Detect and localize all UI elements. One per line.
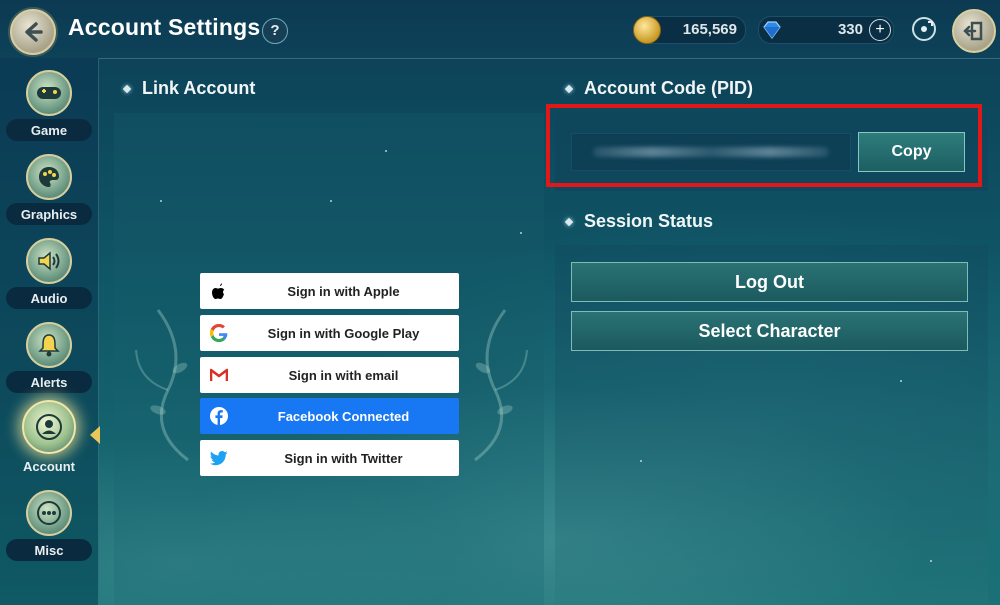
sidebar-item-graphics[interactable]: Graphics xyxy=(0,146,98,230)
link-account-header: Link Account xyxy=(122,78,256,99)
session-status-header: Session Status xyxy=(564,211,714,232)
log-out-button[interactable]: Log Out xyxy=(571,262,968,302)
exit-button[interactable] xyxy=(952,9,996,53)
sidebar-item-misc[interactable]: Misc xyxy=(0,482,98,566)
exit-door-icon xyxy=(963,21,983,41)
account-code-header: Account Code (PID) xyxy=(564,78,753,99)
sign-in-twitter-button[interactable]: Sign in with Twitter xyxy=(200,440,459,476)
back-arrow-icon xyxy=(25,22,43,42)
sidebar-item-label: Graphics xyxy=(6,203,92,225)
sidebar-item-label: Misc xyxy=(6,539,92,561)
sidebar-item-label: Game xyxy=(6,119,92,141)
diamond-bullet-icon xyxy=(122,84,132,93)
gold-counter: 165,569 xyxy=(633,16,746,44)
diamond-bullet-icon xyxy=(564,84,574,93)
gamepad-icon xyxy=(26,70,72,116)
star-sparkle xyxy=(930,560,932,562)
sign-in-label: Sign in with Google Play xyxy=(267,325,420,341)
sign-in-label: Sign in with Apple xyxy=(287,283,400,299)
gem-amount: 330 xyxy=(837,21,863,38)
vine-decoration-right xyxy=(474,309,528,462)
sidebar-item-account[interactable]: Account xyxy=(0,398,98,482)
sign-in-label: Sign in with Twitter xyxy=(284,450,403,466)
active-indicator-arrow xyxy=(90,426,100,444)
gem-icon xyxy=(763,21,781,40)
twitter-icon xyxy=(210,449,228,467)
page-title: Account Settings xyxy=(68,14,261,40)
star-sparkle xyxy=(385,150,387,152)
sidebar-item-game[interactable]: Game xyxy=(0,62,98,146)
sidebar-item-alerts[interactable]: Alerts xyxy=(0,314,98,398)
sidebar-item-label: Account xyxy=(23,458,75,474)
top-bar: Account Settings ? 165,569 330 + xyxy=(0,0,1000,59)
star-sparkle xyxy=(520,232,522,234)
sidebar-item-label: Alerts xyxy=(6,371,92,393)
add-gems-button[interactable]: + xyxy=(869,19,891,41)
user-icon xyxy=(22,400,76,454)
facebook-icon xyxy=(210,407,228,425)
gmail-icon xyxy=(210,366,228,384)
section-title: Session Status xyxy=(584,211,714,231)
sidebar-item-label: Audio xyxy=(6,287,92,309)
help-button[interactable]: ? xyxy=(262,18,288,44)
gem-counter: 330 + xyxy=(758,16,894,44)
back-button[interactable] xyxy=(10,9,56,55)
section-title: Account Code (PID) xyxy=(584,78,753,98)
star-sparkle xyxy=(330,200,332,202)
google-icon xyxy=(210,324,228,342)
more-icon xyxy=(26,490,72,536)
star-sparkle xyxy=(640,460,642,462)
star-sparkle xyxy=(900,380,902,382)
refresh-icon xyxy=(921,21,933,32)
facebook-connected-button[interactable]: Facebook Connected xyxy=(200,398,459,434)
sign-in-google-play-button[interactable]: Sign in with Google Play xyxy=(200,315,459,351)
vine-decoration-left xyxy=(135,309,189,462)
speaker-icon xyxy=(26,238,72,284)
star-sparkle xyxy=(160,200,162,202)
palette-icon xyxy=(26,154,72,200)
gold-coin-icon xyxy=(633,16,661,44)
gold-amount: 165,569 xyxy=(682,21,737,38)
refresh-button[interactable] xyxy=(912,17,936,41)
settings-sidebar: Game Graphics Audio Alerts Account Misc xyxy=(0,58,99,605)
section-title: Link Account xyxy=(142,78,256,98)
sign-in-apple-button[interactable]: Sign in with Apple xyxy=(200,273,459,309)
bell-icon xyxy=(26,322,72,368)
pid-highlight-box xyxy=(546,104,982,187)
sign-in-label: Sign in with email xyxy=(288,367,399,383)
sign-in-email-button[interactable]: Sign in with email xyxy=(200,357,459,393)
sidebar-item-audio[interactable]: Audio xyxy=(0,230,98,314)
apple-icon xyxy=(210,282,228,300)
sign-in-label: Facebook Connected xyxy=(277,408,410,424)
select-character-button[interactable]: Select Character xyxy=(571,311,968,351)
diamond-bullet-icon xyxy=(564,217,574,226)
